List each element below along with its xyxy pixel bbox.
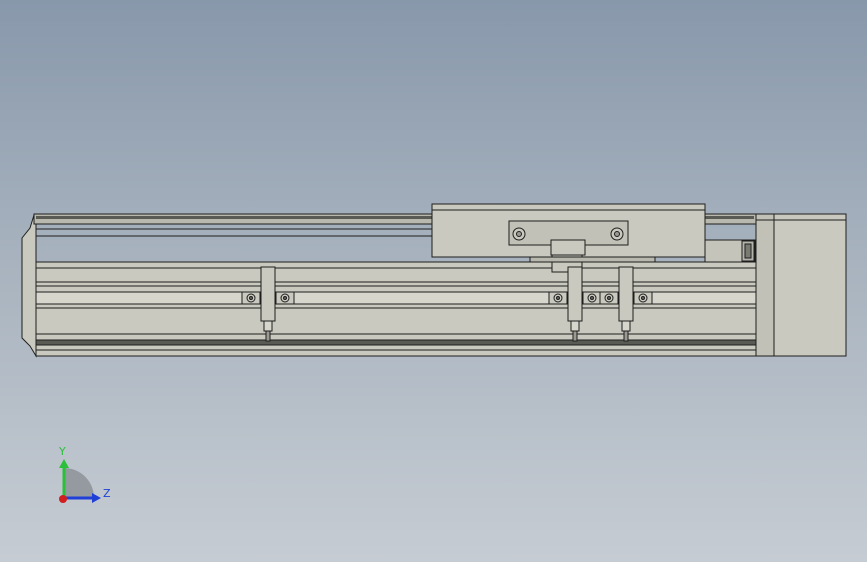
sensor-tip-3 (621, 320, 631, 332)
sensor-bracket-3[interactable] (618, 266, 634, 322)
sensor-tip-1 (263, 320, 273, 332)
sensor-nut-screw-inner (283, 296, 287, 300)
carriage-screw-left-inner (516, 231, 522, 237)
cad-viewport[interactable]: Y Z (0, 0, 867, 562)
view-triad[interactable]: Y Z (58, 445, 111, 503)
motor-flange (755, 213, 775, 357)
sensor-lead-3 (623, 330, 629, 342)
sensor-nut-screw-inner (607, 296, 611, 300)
triad-quadrant (64, 468, 94, 498)
carriage-screw-right-inner (614, 231, 620, 237)
sensor-nut-screw-inner (590, 296, 594, 300)
carriage-tongue (550, 239, 586, 256)
linear-module[interactable] (21, 203, 847, 358)
z-axis-label: Z (103, 487, 111, 500)
x-axis-dot (59, 495, 67, 503)
z-arrow-head (92, 493, 101, 503)
sensor-bracket-1[interactable] (260, 266, 276, 322)
sensor-bracket-2[interactable] (567, 266, 583, 322)
carriage-under (529, 256, 656, 263)
sensor-lead-2 (572, 330, 578, 342)
motor-housing (773, 213, 847, 357)
sensor-tip-2 (570, 320, 580, 332)
sensor-nut-screw-inner (249, 296, 253, 300)
y-axis-label: Y (58, 445, 66, 458)
sensor-nut-screw-inner (556, 296, 560, 300)
sensor-lead-1 (265, 330, 271, 342)
sensor-nut-screw-inner (641, 296, 645, 300)
right-rail-block-inner (744, 243, 752, 259)
y-arrow-head (59, 459, 69, 468)
bottom-slot (35, 339, 757, 346)
left-end-cap (21, 214, 37, 358)
